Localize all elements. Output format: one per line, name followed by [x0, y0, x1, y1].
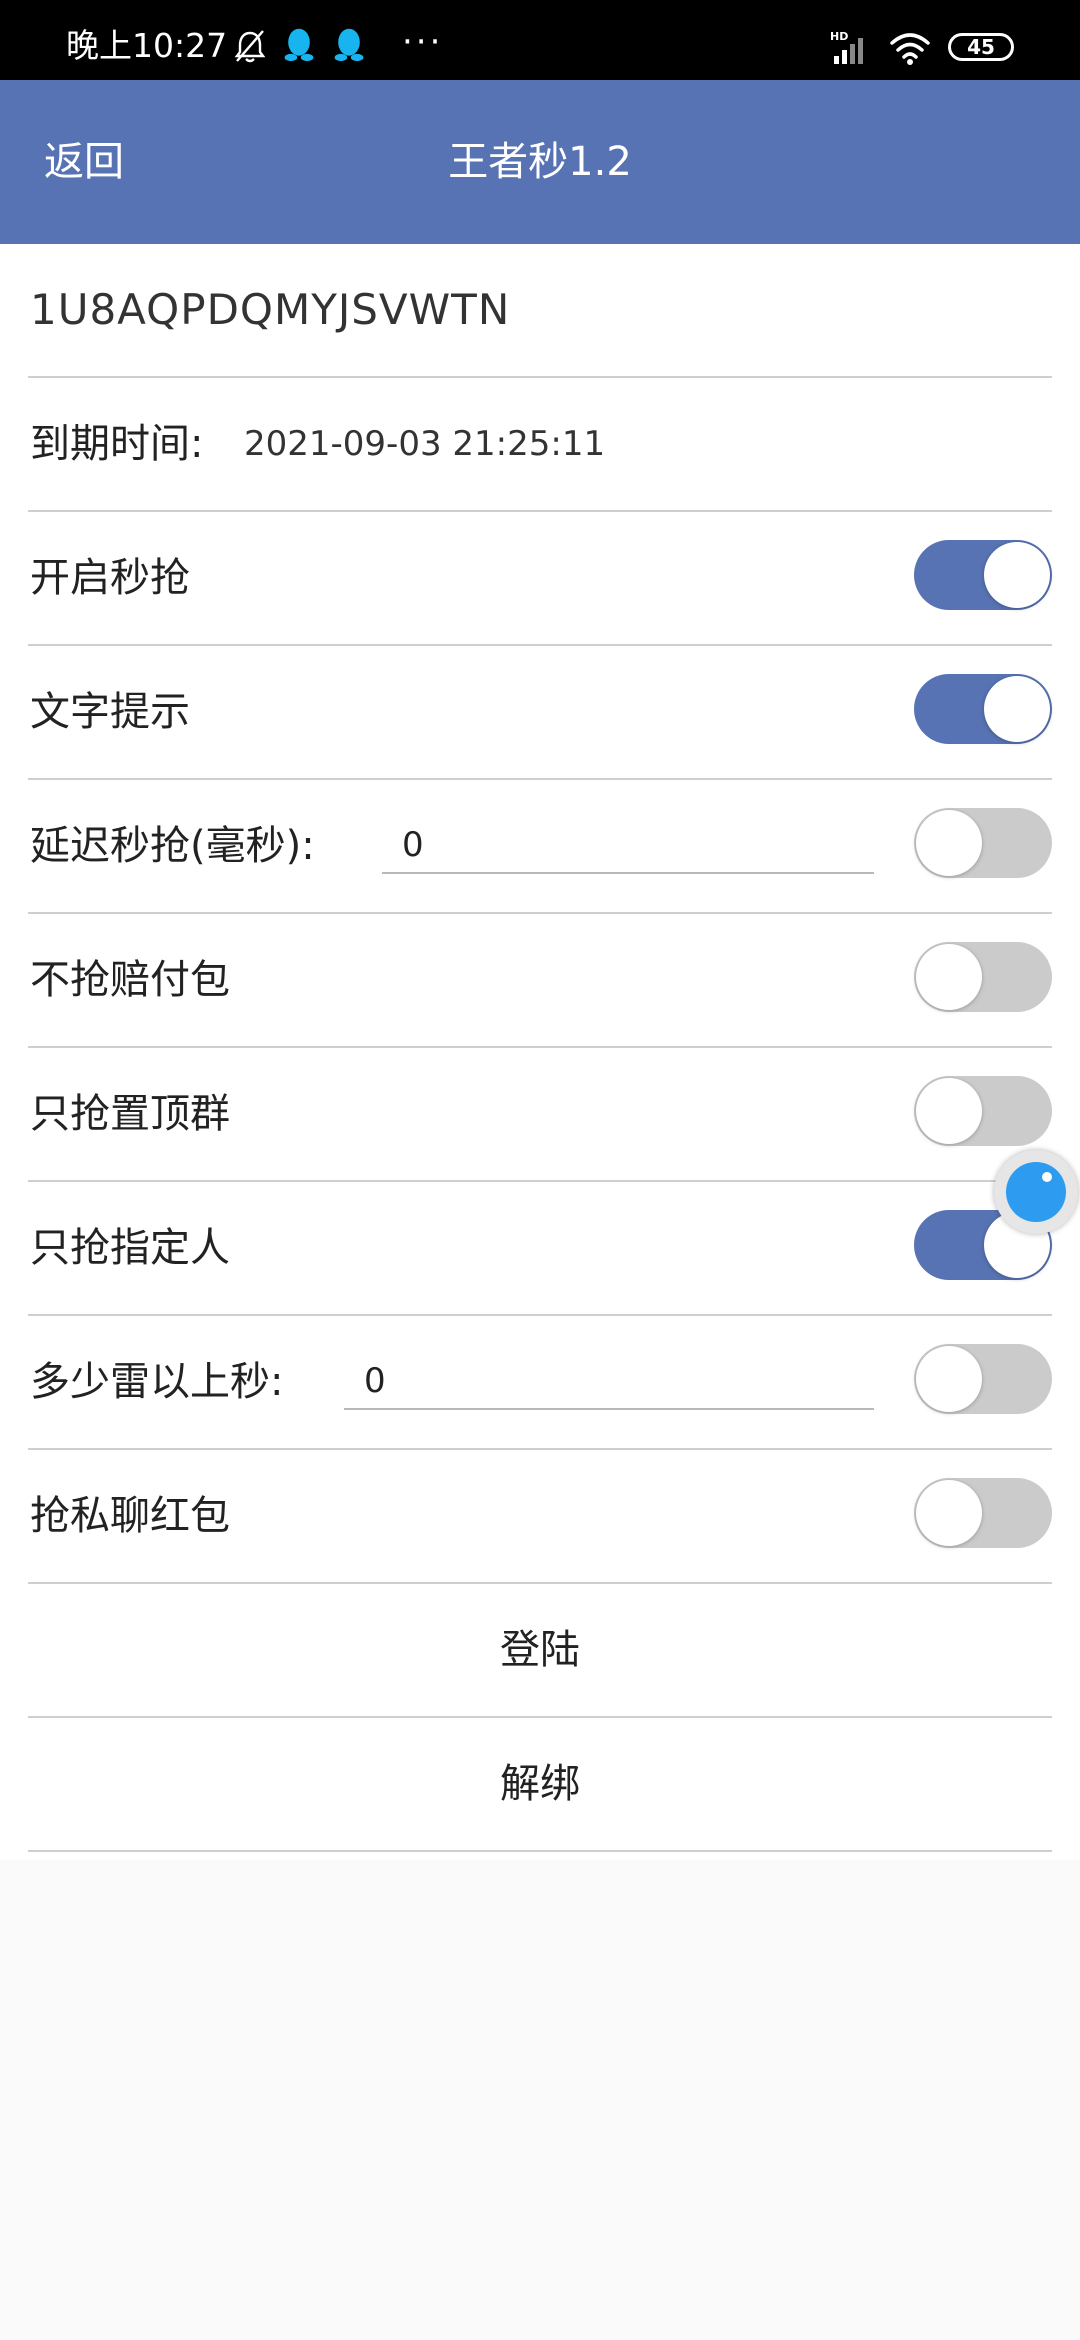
toggle-knob — [916, 944, 982, 1010]
enable-grab-toggle[interactable] — [914, 540, 1052, 610]
expiry-label: 到期时间: — [30, 421, 204, 467]
hd-signal-icon: HD — [830, 30, 863, 64]
setting-label: 延迟秒抢(毫秒): — [30, 823, 315, 869]
setting-label: 文字提示 — [30, 689, 190, 735]
floating-button-icon — [1006, 1162, 1066, 1222]
toggle-knob — [916, 1078, 982, 1144]
setting-label: 只抢指定人 — [30, 1225, 230, 1271]
mine-threshold-input[interactable] — [344, 1354, 874, 1410]
setting-row-delay: 延迟秒抢(毫秒): — [28, 780, 1052, 914]
expiry-value: 2021-09-03 21:25:11 — [244, 424, 606, 464]
delay-ms-input[interactable] — [382, 818, 874, 874]
floating-button-dot — [1042, 1172, 1052, 1182]
unbind-button[interactable]: 解绑 — [28, 1718, 1052, 1852]
text-hint-toggle[interactable] — [914, 674, 1052, 744]
private-chat-toggle[interactable] — [914, 1478, 1052, 1548]
login-button[interactable]: 登陆 — [28, 1584, 1052, 1718]
qq-penguin-icon — [284, 28, 314, 62]
battery-icon: 45 — [948, 33, 1014, 61]
status-time: 晚上10:27 — [66, 26, 228, 65]
setting-row-pinned-groups: 只抢置顶群 — [28, 1048, 1052, 1182]
wifi-icon — [890, 33, 930, 65]
mute-bell-icon — [234, 30, 266, 63]
code-row: 1U8AQPDQMYJSVWTN — [28, 244, 1052, 378]
expiry-row: 到期时间: 2021-09-03 21:25:11 — [28, 378, 1052, 512]
toggle-knob — [916, 1346, 982, 1412]
qq-penguin-icon — [334, 28, 364, 62]
settings-panel: 1U8AQPDQMYJSVWTN 到期时间: 2021-09-03 21:25:… — [0, 244, 1080, 1860]
toggle-knob — [916, 810, 982, 876]
delay-toggle[interactable] — [914, 808, 1052, 878]
mine-threshold-toggle[interactable] — [914, 1344, 1052, 1414]
status-bar: 晚上10:27 ··· HD 45 — [0, 0, 1080, 80]
app-screen: 晚上10:27 ··· HD 45 返回 王者秒1.2 1U8AQPDQMYJS… — [0, 0, 1080, 2340]
no-compensation-toggle[interactable] — [914, 942, 1052, 1012]
setting-label: 抢私聊红包 — [30, 1493, 230, 1539]
setting-row-no-compensation: 不抢赔付包 — [28, 914, 1052, 1048]
page-title: 王者秒1.2 — [448, 139, 632, 185]
setting-row-text-hint: 文字提示 — [28, 646, 1052, 780]
pinned-groups-toggle[interactable] — [914, 1076, 1052, 1146]
setting-label: 开启秒抢 — [30, 555, 190, 601]
setting-label: 不抢赔付包 — [30, 957, 230, 1003]
floating-assist-button[interactable] — [994, 1150, 1078, 1234]
setting-row-mine-threshold: 多少雷以上秒: — [28, 1316, 1052, 1450]
app-header: 返回 王者秒1.2 — [0, 80, 1080, 244]
setting-row-enable-grab: 开启秒抢 — [28, 512, 1052, 646]
toggle-knob — [984, 542, 1050, 608]
setting-label: 多少雷以上秒: — [30, 1359, 284, 1405]
setting-row-specific-person: 只抢指定人 — [28, 1182, 1052, 1316]
toggle-knob — [916, 1480, 982, 1546]
license-code: 1U8AQPDQMYJSVWTN — [30, 285, 511, 334]
toggle-knob — [984, 676, 1050, 742]
setting-row-private-chat: 抢私聊红包 — [28, 1450, 1052, 1584]
setting-label: 只抢置顶群 — [30, 1091, 230, 1137]
more-notifications-icon: ··· — [402, 22, 444, 62]
svg-text:HD: HD — [830, 30, 848, 43]
